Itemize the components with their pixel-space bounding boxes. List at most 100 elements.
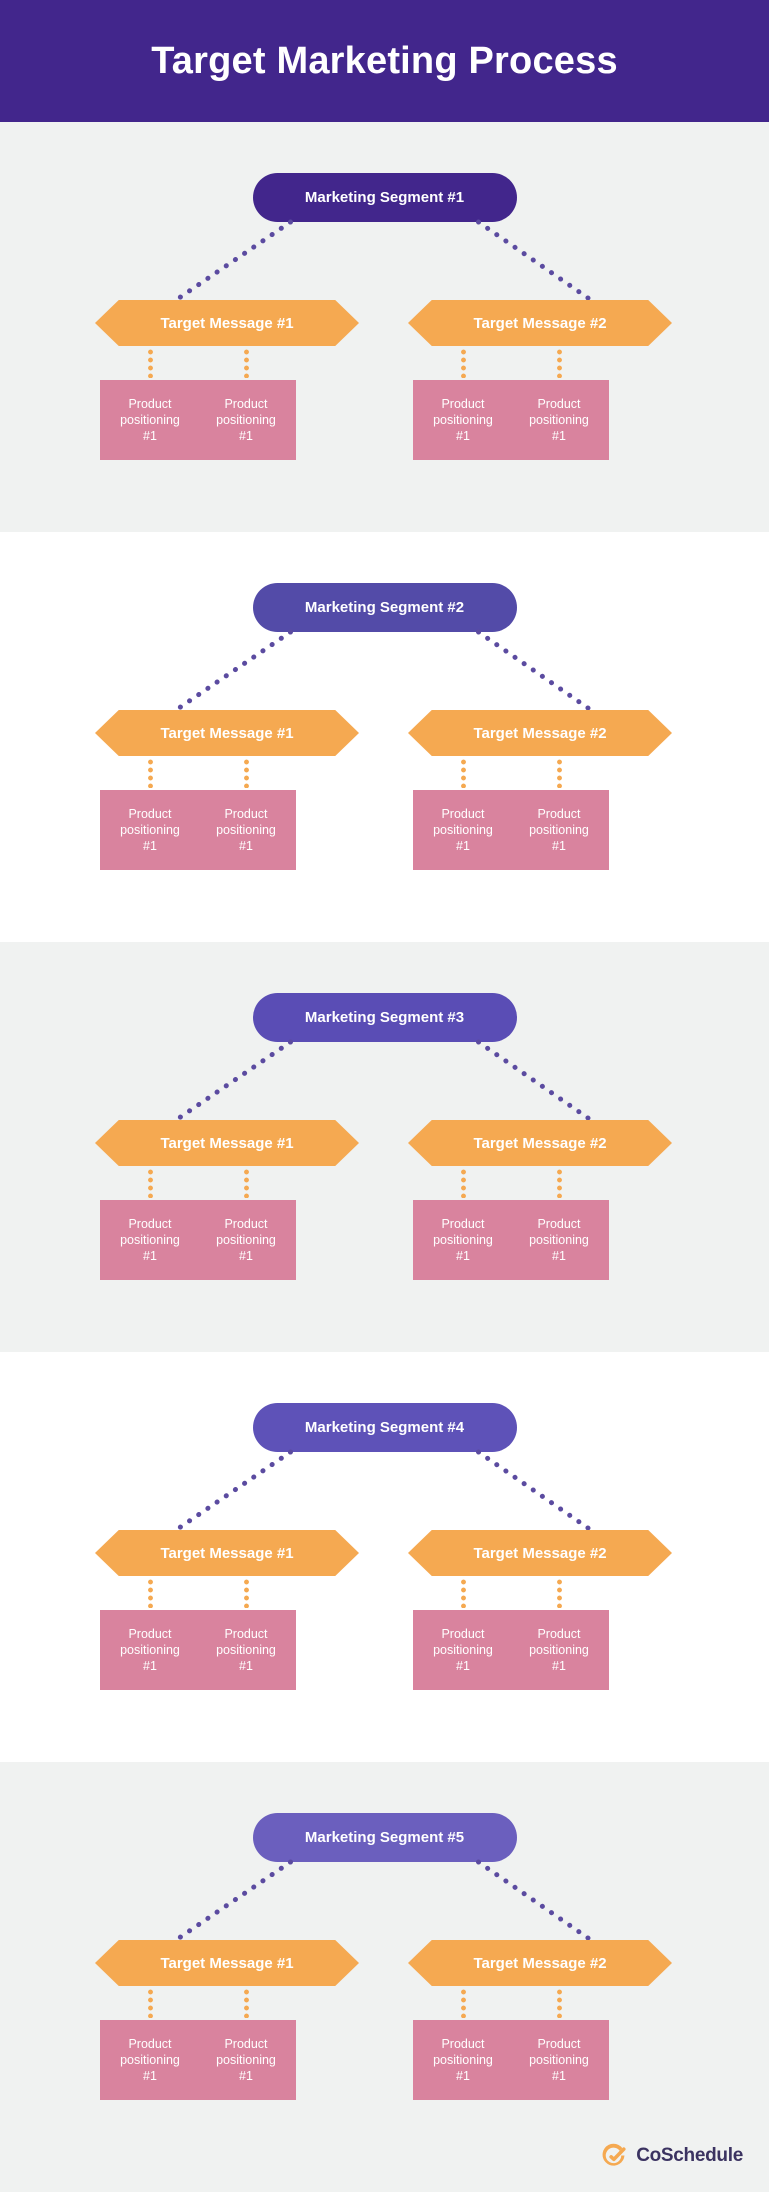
product-positioning-node[interactable]: Product positioning #1 — [196, 1610, 296, 1690]
product-positioning-line-2: positioning — [529, 2053, 589, 2067]
dotted-connector — [461, 1168, 466, 1198]
product-positioning-node[interactable]: Product positioning #1 — [509, 790, 609, 870]
product-positioning-line-2: positioning — [433, 2053, 493, 2067]
page-header: Target Marketing Process — [0, 0, 769, 122]
product-positioning-node[interactable]: Product positioning #1 — [100, 2020, 200, 2100]
target-message-node[interactable]: Target Message #2 — [408, 1120, 672, 1166]
dotted-connector — [244, 1988, 249, 2018]
product-positioning-line-2: positioning — [433, 1643, 493, 1657]
target-message-node[interactable]: Target Message #1 — [95, 1940, 359, 1986]
page-footer: CoSchedule — [0, 2120, 769, 2192]
product-positioning-node[interactable]: Product positioning #1 — [196, 1200, 296, 1280]
product-positioning-node[interactable]: Product positioning #1 — [100, 380, 200, 460]
marketing-segment-node[interactable]: Marketing Segment #1 — [252, 173, 517, 222]
dotted-connector — [176, 1449, 293, 1531]
dotted-connector — [244, 348, 249, 378]
product-positioning-line-1: Product — [128, 397, 172, 411]
dotted-connector — [461, 1578, 466, 1608]
product-positioning-line-1: Product — [537, 397, 581, 411]
dotted-connector — [244, 1578, 249, 1608]
segment-to-message-connectors — [176, 1449, 591, 1531]
product-positioning-line-1: Product — [441, 397, 485, 411]
product-positioning-line-3: #1 — [456, 839, 470, 853]
product-positioning-line-1: Product — [441, 1217, 485, 1231]
product-positioning-line-2: positioning — [216, 823, 276, 837]
segment-section: Marketing Segment #3 Target Message #1 Pro… — [0, 942, 769, 1352]
product-positioning-node[interactable]: Product positioning #1 — [196, 380, 296, 460]
product-positioning-line-3: #1 — [143, 1659, 157, 1673]
dotted-connector — [557, 1988, 562, 2018]
segment-section: Marketing Segment #2 Target Message #1 Pro… — [0, 532, 769, 942]
target-message-label: Target Message #2 — [473, 1134, 607, 1152]
product-positioning-line-2: positioning — [433, 413, 493, 427]
product-positioning-line-1: Product — [128, 2037, 172, 2051]
marketing-segment-label: Marketing Segment #3 — [304, 1009, 465, 1026]
target-message-node[interactable]: Target Message #1 — [95, 300, 359, 346]
product-positioning-node[interactable]: Product positioning #1 — [100, 1200, 200, 1280]
target-message-label: Target Message #1 — [160, 1134, 294, 1152]
product-positioning-line-1: Product — [224, 2037, 268, 2051]
product-positioning-line-2: positioning — [529, 1233, 589, 1247]
product-positioning-line-3: #1 — [456, 1249, 470, 1263]
target-message-node[interactable]: Target Message #2 — [408, 710, 672, 756]
product-positioning-node[interactable]: Product positioning #1 — [196, 2020, 296, 2100]
product-positioning-line-3: #1 — [239, 429, 253, 443]
product-positioning-line-1: Product — [441, 1627, 485, 1641]
target-message-node[interactable]: Target Message #2 — [408, 1530, 672, 1576]
marketing-segment-node[interactable]: Marketing Segment #2 — [252, 583, 517, 632]
dotted-connector — [557, 348, 562, 378]
coschedule-check-icon — [602, 2143, 626, 2166]
target-message-node[interactable]: Target Message #1 — [95, 1120, 359, 1166]
product-positioning-node[interactable]: Product positioning #1 — [413, 380, 513, 460]
marketing-segment-node[interactable]: Marketing Segment #4 — [252, 1403, 517, 1452]
product-positioning-node[interactable]: Product positioning #1 — [509, 2020, 609, 2100]
product-positioning-line-1: Product — [224, 807, 268, 821]
product-positioning-node[interactable]: Product positioning #1 — [413, 790, 513, 870]
segment-to-message-connectors — [176, 629, 591, 711]
product-positioning-node[interactable]: Product positioning #1 — [100, 790, 200, 870]
sections-container: Marketing Segment #1 Target Message #1 Pro… — [0, 122, 769, 2172]
target-message-node[interactable]: Target Message #1 — [95, 710, 359, 756]
product-positioning-node[interactable]: Product positioning #1 — [509, 1200, 609, 1280]
product-positioning-node[interactable]: Product positioning #1 — [509, 1610, 609, 1690]
marketing-segment-node[interactable]: Marketing Segment #5 — [252, 1813, 517, 1862]
dotted-connector — [176, 219, 293, 301]
product-positioning-line-1: Product — [224, 1217, 268, 1231]
product-positioning-line-2: positioning — [120, 413, 180, 427]
product-positioning-line-2: positioning — [120, 1233, 180, 1247]
marketing-segment-node[interactable]: Marketing Segment #3 — [252, 993, 517, 1042]
product-positioning-line-2: positioning — [120, 823, 180, 837]
product-positioning-line-1: Product — [128, 807, 172, 821]
product-positioning-node[interactable]: Product positioning #1 — [413, 2020, 513, 2100]
dotted-connector — [557, 758, 562, 788]
dotted-connector — [148, 758, 153, 788]
dotted-connector — [476, 1449, 591, 1531]
product-positioning-line-2: positioning — [216, 413, 276, 427]
dotted-connector — [148, 1168, 153, 1198]
product-positioning-node[interactable]: Product positioning #1 — [509, 380, 609, 460]
dotted-connector — [148, 1988, 153, 2018]
target-message-node[interactable]: Target Message #2 — [408, 300, 672, 346]
product-positioning-line-1: Product — [224, 1627, 268, 1641]
product-positioning-line-2: positioning — [529, 1643, 589, 1657]
product-positioning-node[interactable]: Product positioning #1 — [100, 1610, 200, 1690]
marketing-segment-label: Marketing Segment #4 — [304, 1419, 465, 1436]
product-positioning-line-3: #1 — [143, 2069, 157, 2083]
product-positioning-node[interactable]: Product positioning #1 — [413, 1200, 513, 1280]
product-positioning-node[interactable]: Product positioning #1 — [196, 790, 296, 870]
product-positioning-line-1: Product — [537, 807, 581, 821]
product-positioning-line-1: Product — [441, 807, 485, 821]
dotted-connector — [461, 758, 466, 788]
target-message-label: Target Message #1 — [160, 1954, 294, 1972]
target-message-node[interactable]: Target Message #1 — [95, 1530, 359, 1576]
product-positioning-line-3: #1 — [239, 2069, 253, 2083]
product-positioning-node[interactable]: Product positioning #1 — [413, 1610, 513, 1690]
product-positioning-line-3: #1 — [456, 1659, 470, 1673]
target-message-node[interactable]: Target Message #2 — [408, 1940, 672, 1986]
segment-section: Marketing Segment #1 Target Message #1 Pro… — [0, 122, 769, 532]
dotted-connector — [476, 1859, 591, 1941]
dotted-connector — [476, 1039, 591, 1121]
product-positioning-line-2: positioning — [120, 2053, 180, 2067]
product-positioning-line-3: #1 — [552, 839, 566, 853]
dotted-connector — [176, 629, 293, 711]
